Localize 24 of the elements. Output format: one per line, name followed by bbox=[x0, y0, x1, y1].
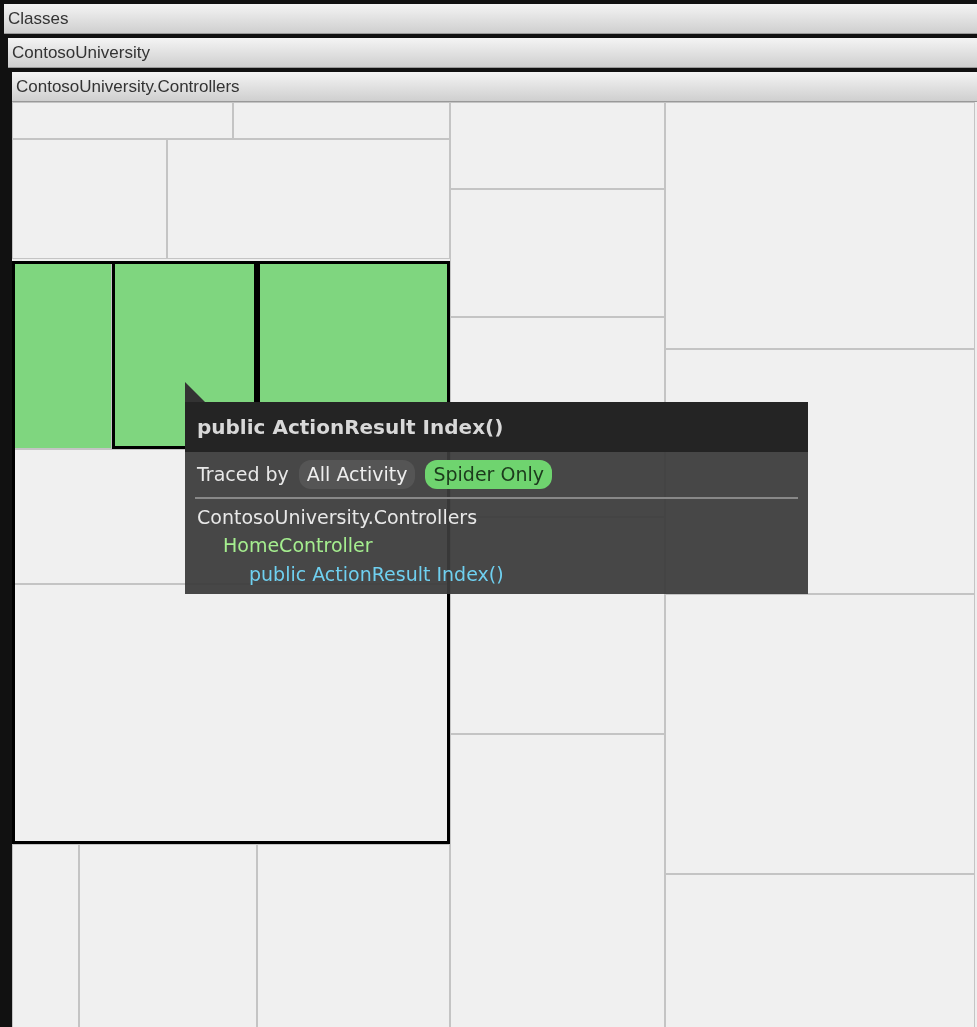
treemap-cell[interactable] bbox=[233, 102, 450, 139]
tooltip-title: public ActionResult Index() bbox=[185, 402, 808, 452]
treemap-cell[interactable] bbox=[12, 139, 167, 259]
treemap-cell[interactable] bbox=[12, 844, 79, 1027]
treemap-cell[interactable] bbox=[79, 844, 257, 1027]
treemap-cell[interactable] bbox=[167, 139, 450, 259]
breadcrumb-bar[interactable]: ContosoUniversity bbox=[8, 38, 977, 68]
treemap-cell[interactable] bbox=[257, 844, 450, 1027]
treemap-cell[interactable] bbox=[450, 189, 665, 317]
treemap-cell[interactable] bbox=[665, 102, 975, 349]
tree-item: HomeController bbox=[223, 534, 373, 556]
treemap-cell[interactable] bbox=[12, 261, 112, 449]
breadcrumb-bar[interactable]: ContosoUniversity.Controllers bbox=[12, 72, 977, 102]
tree-item: public ActionResult Index() bbox=[249, 562, 504, 585]
tree-item: ContosoUniversity.Controllers bbox=[197, 505, 478, 528]
treemap-cell[interactable] bbox=[450, 102, 665, 189]
treemap-cell[interactable] bbox=[450, 734, 665, 1027]
traced-by-label: Traced by bbox=[197, 462, 289, 487]
treemap-cell[interactable] bbox=[665, 594, 975, 874]
breadcrumb-bar[interactable]: Classes bbox=[4, 4, 977, 34]
filter-toggle[interactable]: Spider Only bbox=[425, 460, 552, 489]
treemap-cell[interactable] bbox=[665, 874, 975, 1027]
filter-toggle[interactable]: All Activity bbox=[298, 460, 416, 489]
treemap-cell[interactable] bbox=[12, 102, 233, 139]
